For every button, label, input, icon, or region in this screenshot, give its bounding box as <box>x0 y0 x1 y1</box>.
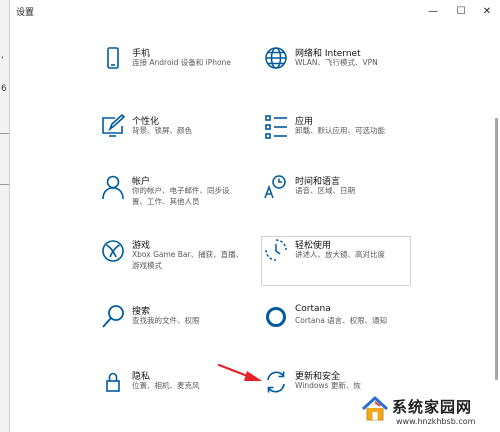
update-icon <box>261 367 291 397</box>
screenshot: ‘ 6 设置 — ☐ ✕ 手机 连接 Android 设备和 iPhone 网络… <box>0 0 500 432</box>
tile-phone[interactable]: 手机 连接 Android 设备和 iPhone <box>98 44 248 94</box>
globe-icon <box>261 44 291 74</box>
settings-window: 设置 — ☐ ✕ 手机 连接 Android 设备和 iPhone 网络和 In… <box>9 0 500 432</box>
tile-apps[interactable]: 应用 卸载、默认应用、可选功能 <box>261 112 411 162</box>
watermark: 系统家园网 www.hnzkhbsb.com <box>360 392 500 432</box>
tile-description: Cortana 语言、权限、通知 <box>295 316 388 325</box>
watermark-title: 系统家园网 <box>392 398 473 416</box>
phone-icon <box>98 44 128 74</box>
tile-network[interactable]: 网络和 Internet WLAN、飞行模式、VPN <box>261 44 411 94</box>
tile-description: 连接 Android 设备和 iPhone <box>132 58 231 67</box>
tile-description: 讲述人、放大镜、高对比度 <box>295 250 385 259</box>
tile-search[interactable]: 搜索 查找我的文件、权限 <box>98 302 248 352</box>
xbox-icon <box>98 236 128 266</box>
personalization-icon <box>98 112 128 142</box>
tile-privacy[interactable]: 隐私 位置、相机、麦克风 <box>98 367 248 417</box>
tile-cortana[interactable]: Cortana Cortana 语言、权限、通知 <box>261 302 411 352</box>
tile-description: 语音、区域、日期 <box>295 186 355 195</box>
minimize-button[interactable]: — <box>419 0 447 22</box>
lock-icon <box>98 367 128 397</box>
account-icon <box>98 172 128 202</box>
title-bar[interactable]: 设置 — ☐ ✕ <box>10 0 500 24</box>
scrollbar[interactable] <box>495 118 498 380</box>
time-language-icon <box>261 172 291 202</box>
window-title: 设置 <box>16 8 35 18</box>
tile-description: 卸载、默认应用、可选功能 <box>295 126 385 135</box>
background-window-text: ‘ <box>1 56 4 66</box>
tile-description: 你的帐户、电子邮件、同步设置、工作、其他人员 <box>132 186 230 206</box>
tile-description: 背景、锁屏、颜色 <box>132 126 192 135</box>
watermark-url: www.hnzkhbsb.com <box>396 417 476 426</box>
tile-description: 查找我的文件、权限 <box>132 316 200 325</box>
ease-of-access-icon <box>261 236 291 266</box>
tile-description: WLAN、飞行模式、VPN <box>295 58 378 67</box>
background-window-divider <box>0 184 9 185</box>
cortana-icon <box>261 302 291 332</box>
tile-ease-of-access[interactable]: 轻松使用 讲述人、放大镜、高对比度 <box>261 236 411 286</box>
tile-description: 位置、相机、麦克风 <box>132 381 200 390</box>
search-icon <box>98 302 128 332</box>
house-logo-icon <box>360 394 390 424</box>
tile-description: Windows 更新、恢 <box>295 381 361 390</box>
tile-title: Cortana <box>295 304 331 314</box>
tile-accounts[interactable]: 帐户 你的帐户、电子邮件、同步设置、工作、其他人员 <box>98 172 248 222</box>
maximize-button[interactable]: ☐ <box>447 0 475 22</box>
tile-description: Xbox Game Bar、捕获、直播、游戏模式 <box>132 250 244 270</box>
background-window-divider <box>0 133 9 134</box>
tile-gaming[interactable]: 游戏 Xbox Game Bar、捕获、直播、游戏模式 <box>98 236 248 286</box>
tile-time-language[interactable]: 时间和语言 语音、区域、日期 <box>261 172 411 222</box>
tile-personalization[interactable]: 个性化 背景、锁屏、颜色 <box>98 112 248 162</box>
close-button[interactable]: ✕ <box>473 0 500 22</box>
background-window-text: 6 <box>1 84 7 94</box>
apps-icon <box>261 112 291 142</box>
